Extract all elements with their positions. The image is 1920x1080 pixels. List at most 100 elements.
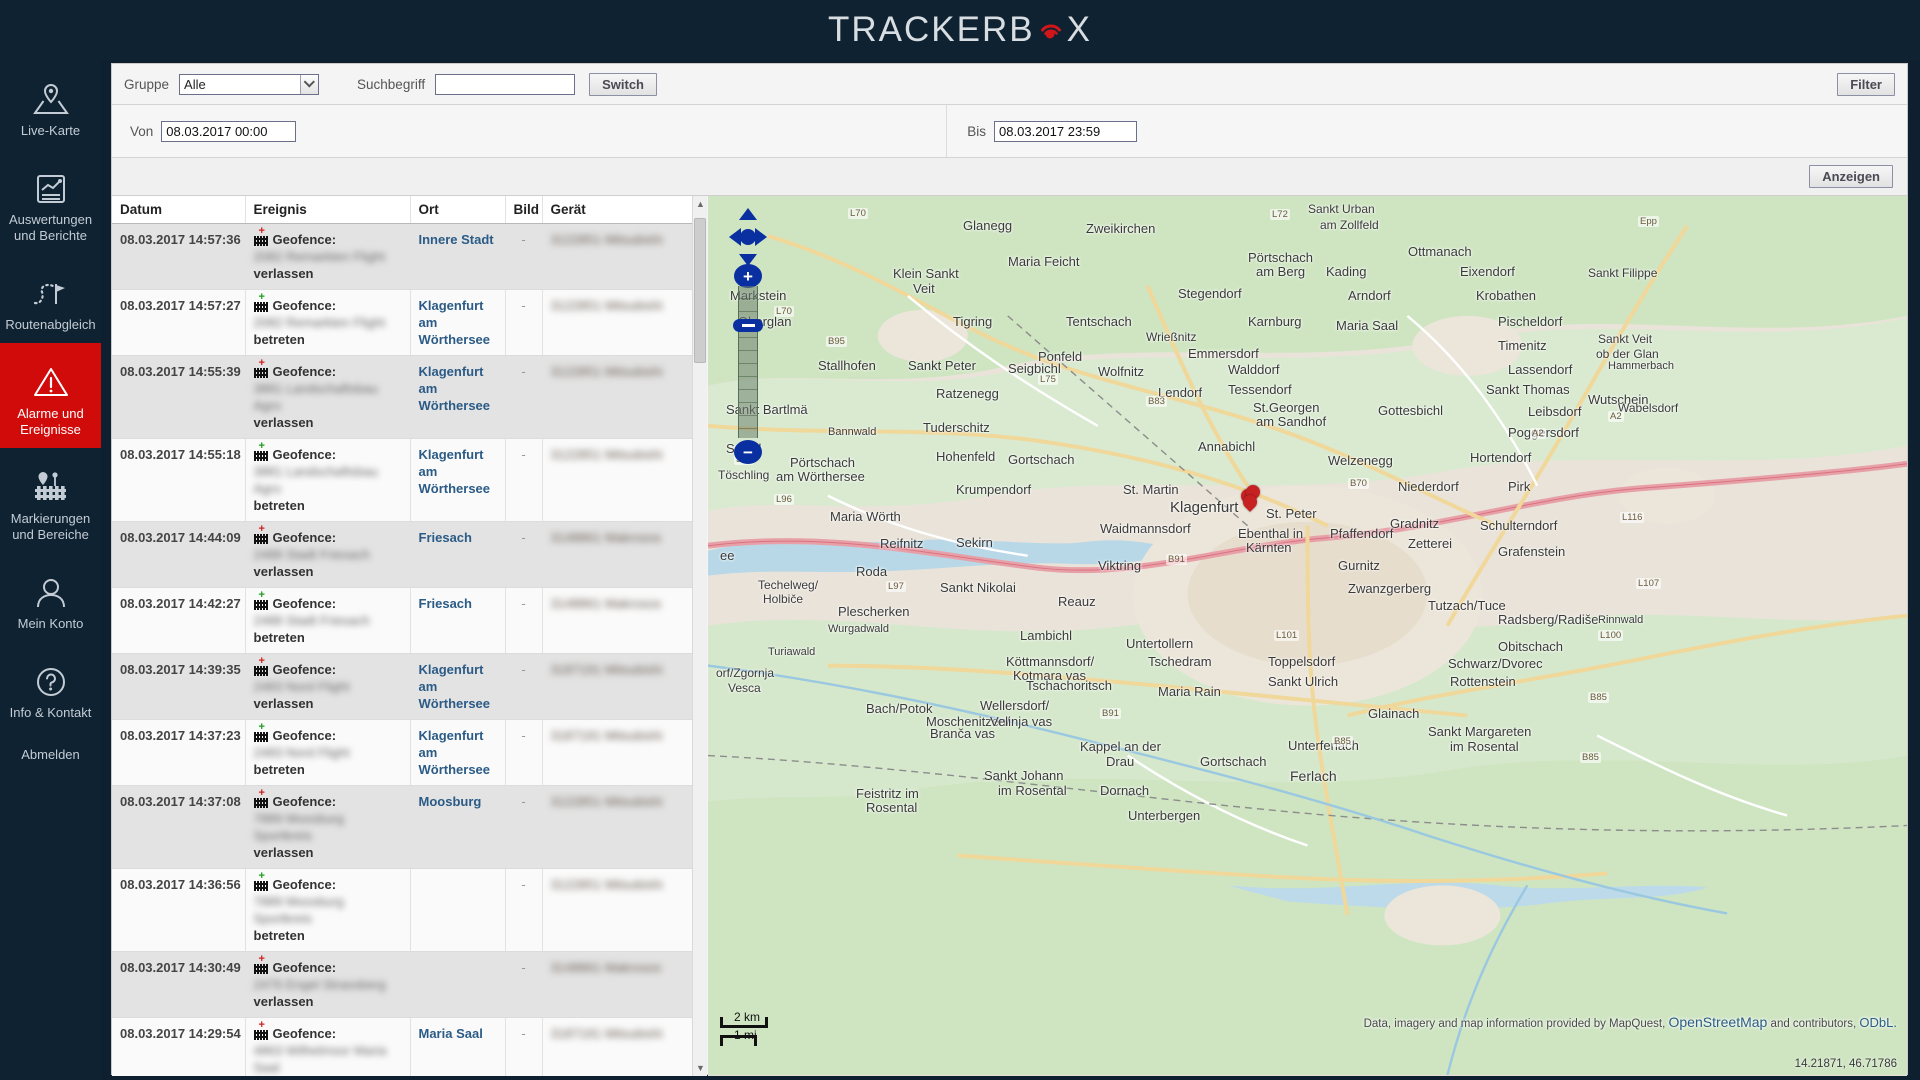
map-place-label: St. Peter [1266, 506, 1317, 521]
map-place-label: Feistritz im [856, 786, 919, 801]
column-header-datum[interactable]: Datum [112, 196, 246, 224]
table-header-row: Datum Ereignis Ort Bild Gerät [112, 196, 693, 224]
column-header-ort[interactable]: Ort [410, 196, 506, 224]
zoom-slider-thumb[interactable] [733, 319, 763, 332]
table-row[interactable]: 08.03.2017 14:55:18 + Geofence: 3881 Landsc… [112, 438, 693, 522]
map-place-label: Gradnitz [1390, 516, 1440, 531]
map-scale-bar: 2 km 1 mi [720, 1010, 768, 1046]
sidebar-item-routenabgleich[interactable]: Routenabgleich [0, 254, 101, 343]
map-place-label: Sankt Nikolai [940, 580, 1016, 595]
map-road-badge: L100 [1598, 630, 1624, 641]
map-place-label: Sankt Filippe [1588, 266, 1658, 280]
map-place-label: Schwarz/Dvorec [1448, 656, 1543, 671]
map-place-label: Zwanzgerberg [1348, 581, 1432, 596]
table-row[interactable]: 08.03.2017 14:29:54 + Geofence: 4863 Wilhel… [112, 1017, 693, 1076]
cell-ereignis: + Geofence: 3881 Landschaftsbau Agro betre… [245, 438, 411, 522]
scroll-up-icon[interactable]: ▲ [693, 196, 707, 212]
map-road-badge: L96 [774, 494, 794, 505]
table-row[interactable]: 08.03.2017 14:57:27 + Geofence: 2082 Remark… [112, 289, 693, 356]
map-place-label: Rottenstein [1450, 674, 1516, 689]
zoom-out-button[interactable]: − [734, 440, 762, 464]
cell-bild: - [505, 868, 543, 952]
cell-datum: 08.03.2017 14:37:23 [112, 719, 246, 786]
odbl-link[interactable]: ODbL. [1859, 1015, 1897, 1030]
cell-bild: - [505, 1017, 543, 1076]
device-name-redacted: 3187191 Mitsubishi [550, 662, 663, 677]
von-input[interactable] [161, 120, 297, 142]
scrollbar-thumb[interactable] [694, 218, 706, 363]
map-marker-cluster[interactable] [1238, 482, 1263, 512]
cell-geraet: 3122851 Mitsubishi [542, 289, 693, 356]
filter-button[interactable]: Filter [1837, 72, 1895, 96]
action-row: Anzeigen [112, 158, 1907, 196]
scroll-down-icon[interactable]: ▼ [693, 1060, 707, 1076]
map-zoom-control[interactable]: + − [733, 264, 763, 464]
map-road-badge: B85 [1588, 692, 1609, 703]
column-header-bild[interactable]: Bild [505, 196, 543, 224]
map-road-badge: L107 [1636, 578, 1662, 589]
table-scrollbar[interactable]: ▲ ▼ [692, 196, 707, 1076]
table-row[interactable]: 08.03.2017 14:39:35 + Geofence: 2483 Nord F… [112, 653, 693, 720]
switch-button[interactable]: Switch [589, 72, 657, 96]
sidebar-item-abmelden[interactable]: Abmelden [0, 731, 101, 773]
sidebar-item-info-kontakt[interactable]: Info & Kontakt [0, 642, 101, 731]
map-place-label: Untertollern [1126, 636, 1194, 651]
cell-bild: - [505, 438, 543, 522]
cell-ort: Friesach [410, 587, 506, 654]
zoom-slider-track[interactable] [738, 286, 758, 438]
openstreetmap-link[interactable]: OpenStreetMap [1669, 1014, 1768, 1030]
table-row[interactable]: 08.03.2017 14:37:23 + Geofence: 2483 Nord F… [112, 719, 693, 786]
map-place-label: Reifnitz [880, 536, 924, 551]
map-pan-control[interactable] [727, 206, 769, 268]
cell-datum: 08.03.2017 14:42:27 [112, 587, 246, 654]
sidebar-item-auswertungen[interactable]: Auswertungen und Berichte [0, 149, 101, 254]
table-row[interactable]: 08.03.2017 14:36:56 + Geofence: 7889 Moosbu… [112, 868, 693, 952]
map-place-label: am Berg [1256, 264, 1306, 279]
cell-ereignis: + Geofence: 2483 Nord Flight verlassen [245, 653, 411, 720]
map-place-label: orf/Zgornja [716, 666, 775, 680]
anzeigen-button[interactable]: Anzeigen [1809, 165, 1893, 188]
zoom-in-button[interactable]: + [734, 264, 762, 288]
geofence-name-redacted: 2483 Nord Flight [253, 745, 350, 760]
map-place-label: Tentschach [1066, 314, 1132, 329]
table-row[interactable]: 08.03.2017 14:42:27 + Geofence: 2488 Stadt … [112, 587, 693, 654]
map-place-label: Arndorf [1348, 288, 1391, 303]
sidebar-item-live-karte[interactable]: Live-Karte [0, 60, 101, 149]
geofence-icon: + [253, 788, 268, 808]
device-name-redacted: 3122851 Mitsubishi [550, 447, 663, 462]
bis-group: Bis [946, 105, 1138, 157]
table-row[interactable]: 08.03.2017 14:37:08 + Geofence: 7889 Moosbu… [112, 785, 693, 869]
map-place-label: im Rosental [998, 783, 1067, 798]
cell-geraet: 3187191 Mitsubishi [542, 1017, 693, 1076]
von-label: Von [130, 123, 154, 139]
table-row[interactable]: 08.03.2017 14:44:09 + Geofence: 2488 Stadt … [112, 521, 693, 588]
bis-input[interactable] [994, 120, 1138, 142]
gruppe-select[interactable]: Alle [179, 73, 320, 95]
column-header-geraet[interactable]: Gerät [542, 196, 693, 224]
device-name-redacted: 3148861 Makrosos [550, 530, 662, 545]
sidebar-item-alarme-und-ereignisse[interactable]: Alarme und Ereignisse [0, 343, 101, 448]
map-view[interactable]: Glanegg Zweikirchen Sankt Urban am Zollfeld… [708, 196, 1907, 1076]
app-header: TRACKERB X [0, 0, 1920, 60]
sidebar-item-label: Routenabgleich [5, 317, 96, 332]
map-place-label: Hammerbach [1608, 360, 1675, 372]
map-place-label: Pörtschach [1248, 250, 1314, 265]
cell-geraet: 3122851 Mitsubishi [542, 355, 693, 439]
map-place-label: Lambichl [1020, 628, 1073, 643]
gruppe-label: Gruppe [124, 76, 170, 92]
cell-datum: 08.03.2017 14:55:39 [112, 355, 246, 439]
cell-ort: Friesach [410, 521, 506, 588]
map-canvas [708, 196, 1907, 1076]
suchbegriff-input[interactable] [435, 73, 576, 95]
table-row[interactable]: 08.03.2017 14:30:49 + Geofence: 2476 Engel … [112, 951, 693, 1018]
geofence-icon: + [253, 1020, 268, 1040]
column-header-ereignis[interactable]: Ereignis [245, 196, 411, 224]
sidebar-item-mein-konto[interactable]: Mein Konto [0, 553, 101, 642]
map-place-label: Grafenstein [1498, 544, 1566, 559]
table-row[interactable]: 08.03.2017 14:57:36 + Geofence: 2082 Remark… [112, 223, 693, 290]
map-place-label: ob der Glan [1596, 347, 1659, 361]
cell-datum: 08.03.2017 14:37:08 [112, 785, 246, 869]
sidebar-item-markierungen[interactable]: Markierungen und Bereiche [0, 448, 101, 553]
table-row[interactable]: 08.03.2017 14:55:39 + Geofence: 3881 Landsc… [112, 355, 693, 439]
scale-mi-line: 1 mi [720, 1028, 757, 1046]
